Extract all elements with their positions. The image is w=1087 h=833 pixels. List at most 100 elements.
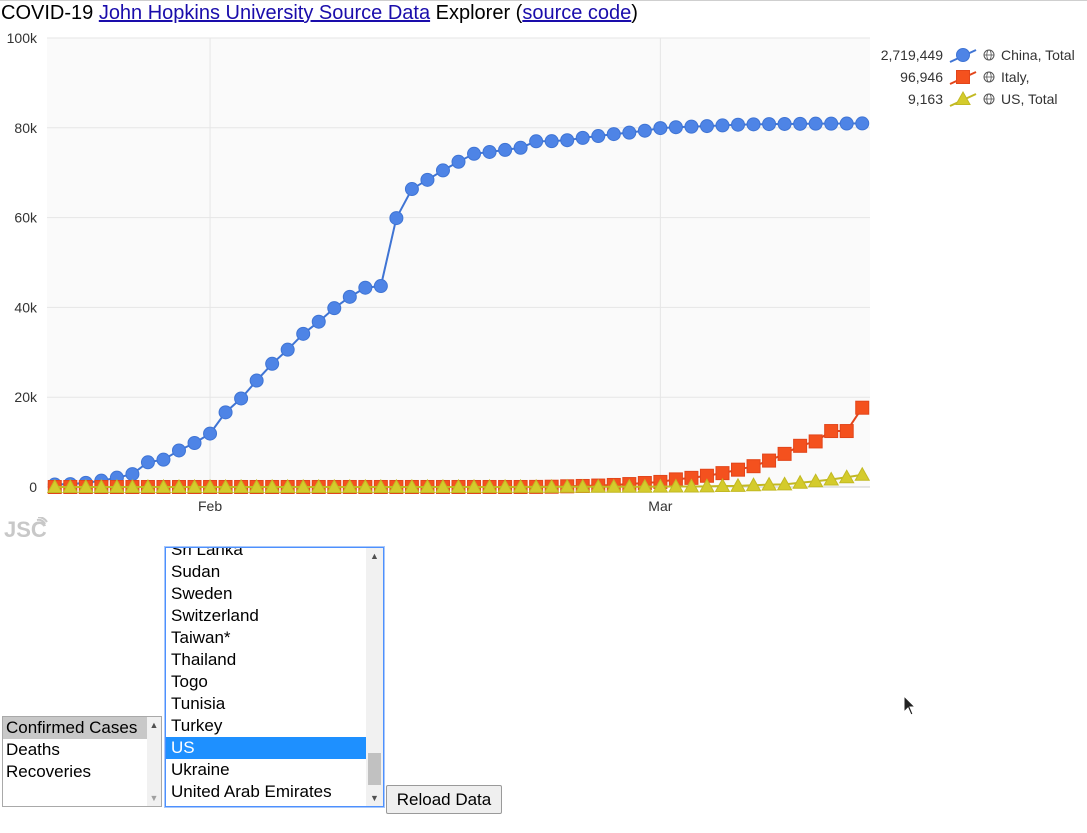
data-point[interactable] xyxy=(404,182,419,197)
scroll-down-arrow-icon[interactable]: ▼ xyxy=(147,790,161,806)
data-point[interactable] xyxy=(668,120,683,135)
data-point[interactable] xyxy=(824,424,839,439)
data-point[interactable] xyxy=(839,116,854,131)
country-option[interactable]: Sri Lanka xyxy=(166,548,366,561)
scroll-up-arrow-icon[interactable]: ▲ xyxy=(147,717,161,733)
data-point[interactable] xyxy=(435,163,450,178)
country-option[interactable]: Switzerland xyxy=(166,605,366,627)
data-point[interactable] xyxy=(140,455,155,470)
data-point[interactable] xyxy=(793,116,808,131)
data-point[interactable] xyxy=(777,446,792,461)
page-title: COVID-19 John Hopkins University Source … xyxy=(1,1,638,25)
legend-value: 2,719,449 xyxy=(881,47,943,63)
data-point[interactable] xyxy=(529,134,544,149)
scroll-down-arrow-icon[interactable]: ▼ xyxy=(366,790,383,806)
data-point[interactable] xyxy=(731,117,746,132)
data-point[interactable] xyxy=(358,280,373,295)
metric-option[interactable]: Deaths xyxy=(3,739,147,761)
data-point[interactable] xyxy=(203,426,218,441)
country-option[interactable]: Taiwan* xyxy=(166,627,366,649)
source-code-link[interactable]: source code xyxy=(522,2,631,24)
data-point[interactable] xyxy=(808,116,823,131)
country-option[interactable]: Sweden xyxy=(166,583,366,605)
jsc-logo: JSC xyxy=(4,517,48,541)
legend-item[interactable]: 2,719,449 China, Total xyxy=(881,47,1075,63)
data-point[interactable] xyxy=(156,452,171,467)
data-point[interactable] xyxy=(653,121,668,136)
country-select[interactable]: Sri Lanka Sudan Sweden Switzerland Taiwan* Th… xyxy=(165,547,384,807)
country-option[interactable]: Thailand xyxy=(166,649,366,671)
metric-option[interactable]: Confirmed Cases xyxy=(3,717,147,739)
metric-select[interactable]: Confirmed Cases Deaths Recoveries ▲ ▼ xyxy=(2,716,162,807)
data-point[interactable] xyxy=(467,146,482,161)
scroll-up-arrow-icon[interactable]: ▲ xyxy=(366,548,383,564)
data-point[interactable] xyxy=(731,462,746,477)
data-point[interactable] xyxy=(218,405,233,420)
y-tick-label: 60k xyxy=(14,210,38,226)
data-point[interactable] xyxy=(575,130,590,145)
data-point[interactable] xyxy=(762,117,777,132)
legend-item[interactable]: 96,946 Italy, xyxy=(900,69,1029,85)
data-point[interactable] xyxy=(622,125,637,140)
metric-scrollbar[interactable]: ▲ ▼ xyxy=(147,717,161,806)
data-point[interactable] xyxy=(808,434,823,449)
data-point[interactable] xyxy=(125,467,140,482)
data-point[interactable] xyxy=(591,129,606,144)
data-point[interactable] xyxy=(451,154,466,169)
country-option[interactable]: Togo xyxy=(166,671,366,693)
data-point[interactable] xyxy=(606,127,621,142)
data-point[interactable] xyxy=(498,142,513,157)
data-point[interactable] xyxy=(342,289,357,304)
country-option[interactable]: US xyxy=(166,737,366,759)
country-scrollbar[interactable]: ▲ ▼ xyxy=(366,548,383,806)
data-point[interactable] xyxy=(234,391,249,406)
chart-legend[interactable]: 2,719,449 China, Total 96,946 Italy, 9,163 US… xyxy=(881,47,1075,107)
y-tick-label: 20k xyxy=(14,389,38,405)
country-option[interactable]: United Arab Emirates xyxy=(166,781,366,803)
data-point[interactable] xyxy=(327,301,342,316)
data-point[interactable] xyxy=(420,172,435,187)
covid-chart[interactable]: 0 20k 40k 60k 80k 100k Feb Mar 2,719,449 China,… xyxy=(0,26,1087,521)
data-point[interactable] xyxy=(839,424,854,439)
data-point[interactable] xyxy=(777,116,792,131)
data-point[interactable] xyxy=(249,373,264,388)
data-point[interactable] xyxy=(855,116,870,131)
country-option[interactable]: Ukraine xyxy=(166,759,366,781)
data-point[interactable] xyxy=(715,466,730,481)
data-point[interactable] xyxy=(824,116,839,131)
data-point[interactable] xyxy=(311,314,326,329)
data-point[interactable] xyxy=(296,326,311,341)
plot-background xyxy=(47,38,870,487)
legend-item[interactable]: 9,163 US, Total xyxy=(908,90,1058,107)
data-point[interactable] xyxy=(699,119,714,134)
data-point[interactable] xyxy=(855,400,870,415)
data-point[interactable] xyxy=(389,211,404,226)
data-point[interactable] xyxy=(746,117,761,132)
data-point[interactable] xyxy=(746,459,761,474)
y-tick-label: 100k xyxy=(7,30,38,46)
data-point[interactable] xyxy=(482,144,497,159)
country-options: Sri Lanka Sudan Sweden Switzerland Taiwan* Th… xyxy=(166,548,366,803)
data-point[interactable] xyxy=(560,133,575,148)
data-point[interactable] xyxy=(265,356,280,371)
metric-option[interactable]: Recoveries xyxy=(3,761,147,783)
data-point[interactable] xyxy=(187,435,202,450)
scroll-thumb[interactable] xyxy=(368,753,381,785)
data-point[interactable] xyxy=(762,453,777,468)
reload-data-button[interactable]: Reload Data xyxy=(386,785,502,814)
data-point[interactable] xyxy=(513,140,528,155)
country-option[interactable]: Tunisia xyxy=(166,693,366,715)
source-data-link[interactable]: John Hopkins University Source Data xyxy=(99,2,430,24)
data-point[interactable] xyxy=(373,279,388,294)
data-point[interactable] xyxy=(171,443,186,458)
data-point[interactable] xyxy=(637,123,652,138)
data-point[interactable] xyxy=(280,342,295,357)
data-point[interactable] xyxy=(715,118,730,133)
country-option[interactable]: Sudan xyxy=(166,561,366,583)
data-point[interactable] xyxy=(544,134,559,149)
legend-marker xyxy=(956,70,970,84)
data-point[interactable] xyxy=(684,119,699,134)
legend-marker xyxy=(956,48,970,62)
country-option[interactable]: Turkey xyxy=(166,715,366,737)
data-point[interactable] xyxy=(793,438,808,453)
